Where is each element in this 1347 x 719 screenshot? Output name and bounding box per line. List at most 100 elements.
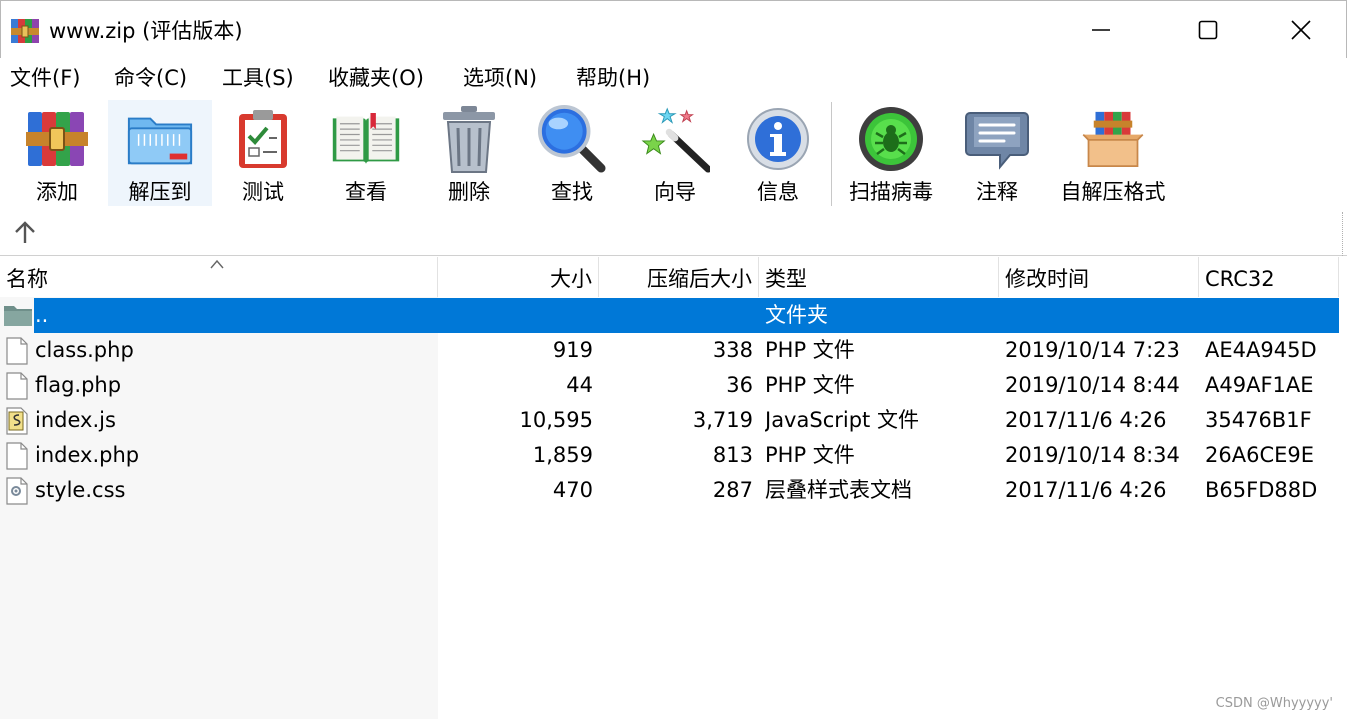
file-crc: B65FD88D	[1205, 478, 1318, 502]
wizard-wand-icon	[641, 107, 710, 173]
toolbar-add-button[interactable]: 添加	[20, 100, 94, 206]
sort-ascending-icon	[210, 259, 224, 269]
toolbar-info-label: 信息	[757, 180, 799, 204]
table-row[interactable]: index.js 10,595 3,719 JavaScript 文件 2017…	[0, 403, 1339, 438]
delete-trash-icon	[443, 106, 495, 173]
menu-options[interactable]: 选项(N)	[463, 64, 537, 92]
file-name: ..	[35, 303, 49, 327]
minimize-button[interactable]	[1071, 7, 1131, 53]
file-size: 470	[552, 478, 593, 502]
file-crc: 26A6CE9E	[1205, 443, 1315, 467]
file-list: 名称 大小 压缩后大小 类型 修改时间 CRC32 .. 文件夹 class.p…	[0, 257, 1347, 719]
column-header-name[interactable]: 名称	[0, 257, 438, 297]
table-row[interactable]: style.css 470 287 层叠样式表文档 2017/11/6 4:26…	[0, 473, 1339, 508]
file-name: index.js	[35, 408, 116, 432]
toolbar-find-label: 查找	[551, 180, 593, 204]
table-row-parent-folder[interactable]: .. 文件夹	[0, 298, 1339, 333]
title-bar: www.zip (评估版本)	[0, 0, 1347, 58]
test-clipboard-icon	[239, 110, 287, 168]
toolbar-sfx-label: 自解压格式	[1060, 180, 1166, 204]
close-icon	[1291, 20, 1311, 40]
column-header-crc[interactable]: CRC32	[1199, 257, 1339, 297]
toolbar-virus-scan-button[interactable]: 扫描病毒	[840, 100, 942, 206]
file-packed-size: 36	[726, 373, 753, 397]
file-packed-size: 3,719	[692, 408, 753, 432]
file-size: 919	[552, 338, 593, 362]
file-modified	[1005, 298, 1197, 333]
winrar-app-icon	[11, 19, 39, 43]
toolbar-sfx-button[interactable]: 自解压格式	[1050, 100, 1176, 206]
file-crc: A49AF1AE	[1205, 373, 1314, 397]
file-size: 10,595	[519, 408, 593, 432]
toolbar-separator	[831, 102, 832, 206]
toolbar-delete-label: 删除	[448, 180, 490, 204]
file-packed-size: 813	[712, 443, 753, 467]
path-bar	[0, 210, 1347, 256]
file-icon	[6, 372, 28, 400]
toolbar-virus-scan-label: 扫描病毒	[849, 180, 933, 204]
toolbar-test-label: 测试	[242, 180, 284, 204]
toolbar: 添加 解压到 测试 查看 删除 查找 向导 信息 扫描病毒 注释 自解压格式	[0, 98, 1347, 210]
menu-bar: 文件(F) 命令(C) 工具(S) 收藏夹(O) 选项(N) 帮助(H)	[0, 58, 1347, 98]
file-modified: 2017/11/6 4:26	[1005, 408, 1167, 432]
watermark-text: CSDN @Whyyyyy'	[1215, 696, 1333, 711]
add-archive-icon	[26, 112, 88, 166]
file-type: JavaScript 文件	[765, 408, 919, 432]
window-title: www.zip (评估版本)	[49, 19, 243, 43]
file-packed-size	[599, 298, 753, 333]
toolbar-extract-label: 解压到	[128, 180, 192, 204]
maximize-button[interactable]	[1178, 7, 1238, 53]
table-row[interactable]: index.php 1,859 813 PHP 文件 2019/10/14 8:…	[0, 438, 1339, 473]
column-header-type[interactable]: 类型	[759, 257, 999, 297]
comment-icon	[965, 112, 1029, 170]
menu-favorites[interactable]: 收藏夹(O)	[328, 64, 424, 92]
file-packed-size: 338	[712, 338, 753, 362]
folder-icon	[4, 306, 32, 326]
path-bar-edge	[1342, 212, 1343, 256]
table-row[interactable]: class.php 919 338 PHP 文件 2019/10/14 7:23…	[0, 333, 1339, 368]
sfx-box-icon	[1082, 111, 1144, 167]
toolbar-wizard-button[interactable]: 向导	[638, 100, 712, 206]
menu-file[interactable]: 文件(F)	[10, 64, 80, 92]
table-row[interactable]: flag.php 44 36 PHP 文件 2019/10/14 8:44 A4…	[0, 368, 1339, 403]
column-header-modified[interactable]: 修改时间	[999, 257, 1199, 297]
file-packed-size: 287	[712, 478, 753, 502]
toolbar-comment-button[interactable]: 注释	[960, 100, 1034, 206]
file-crc: AE4A945D	[1205, 338, 1317, 362]
file-icon	[6, 442, 28, 470]
file-size: 1,859	[532, 443, 593, 467]
file-modified: 2019/10/14 7:23	[1005, 338, 1180, 362]
file-modified: 2019/10/14 8:34	[1005, 443, 1180, 467]
toolbar-comment-label: 注释	[976, 180, 1018, 204]
column-header-size[interactable]: 大小	[438, 257, 599, 297]
file-modified: 2019/10/14 8:44	[1005, 373, 1180, 397]
menu-tools[interactable]: 工具(S)	[222, 64, 294, 92]
close-button[interactable]	[1271, 7, 1331, 53]
column-header-name-label: 名称	[6, 267, 48, 291]
toolbar-delete-button[interactable]: 删除	[432, 100, 506, 206]
toolbar-wizard-label: 向导	[654, 180, 696, 204]
file-modified: 2017/11/6 4:26	[1005, 478, 1167, 502]
file-crc: 35476B1F	[1205, 408, 1312, 432]
toolbar-view-label: 查看	[345, 180, 387, 204]
toolbar-test-button[interactable]: 测试	[226, 100, 300, 206]
toolbar-info-button[interactable]: 信息	[741, 100, 815, 206]
file-type: PHP 文件	[765, 443, 855, 467]
file-type: PHP 文件	[765, 338, 855, 362]
toolbar-extract-button[interactable]: 解压到	[108, 100, 212, 206]
file-size	[438, 298, 593, 333]
minimize-icon	[1092, 29, 1110, 31]
column-header-packed[interactable]: 压缩后大小	[599, 257, 759, 297]
file-size: 44	[566, 373, 593, 397]
menu-help[interactable]: 帮助(H)	[576, 64, 650, 92]
view-book-icon	[332, 112, 400, 165]
file-type: PHP 文件	[765, 373, 855, 397]
file-type: 层叠样式表文档	[765, 478, 912, 502]
toolbar-find-button[interactable]: 查找	[535, 100, 609, 206]
file-name: flag.php	[35, 373, 122, 397]
toolbar-view-button[interactable]: 查看	[326, 100, 406, 206]
up-arrow-icon[interactable]	[12, 220, 38, 246]
file-name: index.php	[35, 443, 140, 467]
menu-commands[interactable]: 命令(C)	[114, 64, 187, 92]
virus-scan-icon	[859, 107, 923, 171]
